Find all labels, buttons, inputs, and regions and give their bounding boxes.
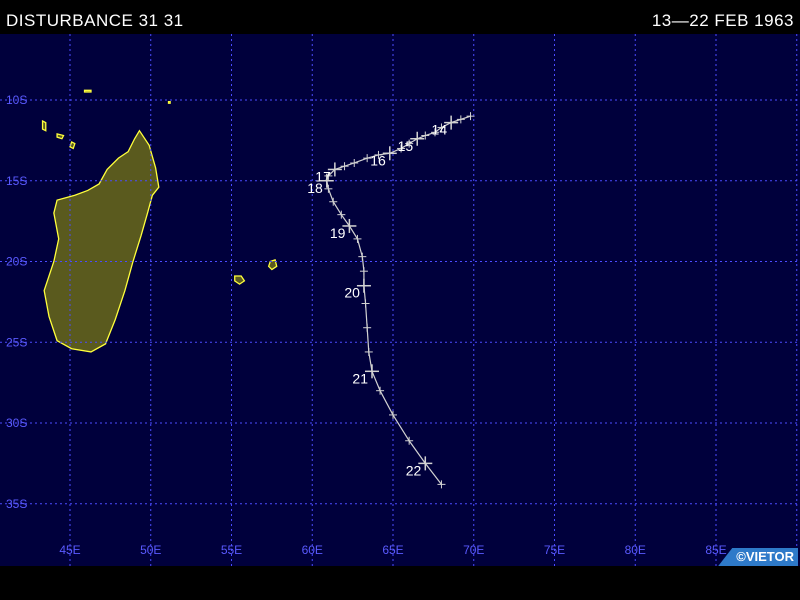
lon-label: 60E bbox=[302, 543, 323, 557]
day-label: 19 bbox=[330, 225, 346, 241]
land-comoros-2 bbox=[56, 133, 65, 140]
day-label: 15 bbox=[398, 138, 414, 154]
day-label: 18 bbox=[307, 180, 323, 196]
land-islet-north bbox=[83, 89, 92, 93]
land-comoros-1 bbox=[41, 119, 47, 132]
day-label: 14 bbox=[432, 122, 448, 138]
bottom-bar bbox=[0, 566, 800, 600]
day-label: 21 bbox=[352, 370, 368, 386]
day-label: 22 bbox=[406, 462, 422, 478]
credit-badge: ©VIETOR bbox=[718, 548, 798, 566]
lat-label: 30S bbox=[6, 416, 27, 430]
lon-label: 55E bbox=[221, 543, 242, 557]
day-label: 16 bbox=[370, 152, 386, 168]
track-map: 45E 50E 55E 60E 65E 70E 75E 80E 85E 10S 15S 20S 25S 3… bbox=[0, 34, 800, 566]
lat-label: 15S bbox=[6, 174, 27, 188]
lat-label: 25S bbox=[6, 335, 27, 349]
lat-label: 10S bbox=[6, 93, 27, 107]
date-range: 13—22 FEB 1963 bbox=[651, 11, 794, 30]
title-bar: DISTURBANCE 31 31 13—22 FEB 1963 bbox=[0, 0, 800, 34]
lon-label: 45E bbox=[59, 543, 80, 557]
lat-label: 20S bbox=[6, 255, 27, 269]
lon-label: 75E bbox=[544, 543, 565, 557]
lon-label: 65E bbox=[382, 543, 403, 557]
lon-label: 85E bbox=[705, 543, 726, 557]
lon-label: 80E bbox=[625, 543, 646, 557]
storm-name: DISTURBANCE 31 31 bbox=[6, 11, 184, 30]
lat-label: 35S bbox=[6, 497, 27, 511]
lon-label: 50E bbox=[140, 543, 161, 557]
land-comoros-3 bbox=[69, 141, 76, 150]
lon-label: 70E bbox=[463, 543, 484, 557]
land-islet-north-2 bbox=[167, 100, 171, 104]
day-label: 20 bbox=[344, 285, 360, 301]
